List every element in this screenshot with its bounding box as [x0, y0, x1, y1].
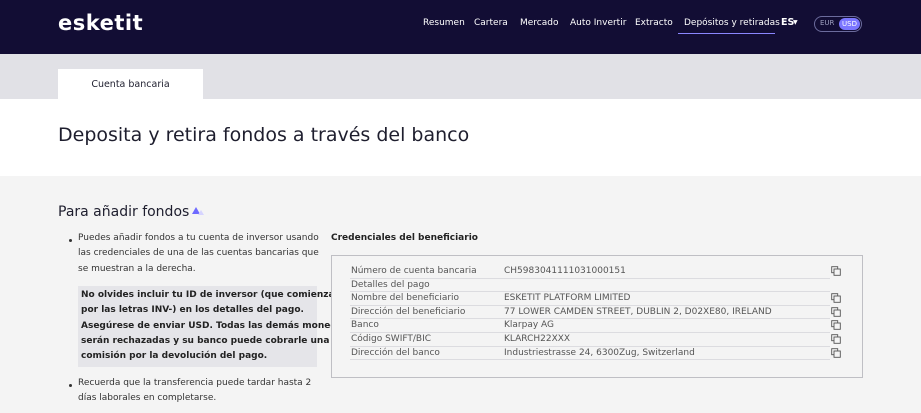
copy-icon[interactable] — [831, 320, 841, 331]
nav-item-cartera[interactable]: Cartera — [474, 18, 508, 28]
credential-row: Número de cuenta bancaria CH5983041111031… — [350, 265, 830, 279]
warning-line: Asegúrese de enviar USD. Todas las demás… — [81, 320, 349, 331]
warning-line: comisión por la devolución del pago. — [81, 351, 268, 362]
bullet-line: se muestran a la derecha. — [78, 263, 196, 274]
warning-text: No olvides incluir tu ID de inversor (qu… — [81, 288, 348, 364]
credential-label: Código SWIFT/BIC — [351, 334, 432, 344]
warning-line: por las letras INV-) en los detalles del… — [81, 305, 304, 316]
page-title: Deposita y retira fondos a través del ba… — [58, 124, 470, 146]
credential-value: CH5983041111031000151 — [504, 266, 626, 276]
copy-icon[interactable] — [831, 334, 841, 344]
credential-label: Banco — [351, 320, 379, 331]
triangle-accent-icon — [198, 210, 204, 215]
page-header: Deposita y retira fondos a través del ba… — [0, 99, 921, 176]
currency-toggle[interactable]: EUR USD — [814, 16, 862, 32]
warning-line: serán rechazadas y su banco puede cobrar… — [81, 335, 330, 346]
active-nav-indicator — [678, 33, 775, 34]
bullet-line: Recuerda que la transferencia puede tard… — [78, 378, 312, 388]
copy-icon[interactable] — [831, 293, 841, 303]
chevron-down-icon[interactable]: ▼ — [793, 19, 798, 26]
bullet-icon — [69, 239, 72, 242]
credential-value: 77 LOWER CAMDEN STREET, DUBLIN 2, D02XE8… — [504, 306, 772, 317]
bullet-line: las credenciales de una de las cuentas b… — [78, 248, 319, 259]
credential-label: Dirección del beneficiario — [351, 306, 466, 317]
credential-row: Dirección del banco Industriestrasse 24, … — [350, 347, 830, 361]
currency-option-eur[interactable]: EUR — [820, 19, 834, 27]
warning-box: No olvides incluir tu ID de inversor (qu… — [78, 286, 348, 367]
credential-label: Dirección del banco — [351, 347, 440, 358]
nav-item-auto-invertir[interactable]: Auto Invertir — [570, 18, 626, 28]
credential-value: Industriestrasse 24, 6300Zug, Switzerlan… — [504, 347, 695, 358]
bullet-icon — [69, 384, 72, 387]
nav-item-depositos-retiradas[interactable]: Depósitos y retiradas — [684, 18, 780, 28]
tabs-bar: Cuenta bancaria — [0, 54, 921, 99]
credential-row: Nombre del beneficiario ESKETIT PLATFORM … — [350, 292, 830, 306]
credentials-title: Credenciales del beneficiario — [331, 233, 478, 243]
bullet-line: Puedes añadir fondos a tu cuenta de inve… — [78, 233, 319, 243]
currency-option-usd[interactable]: USD — [839, 18, 860, 30]
credential-row: Código SWIFT/BIC KLARCH22XXX — [350, 333, 830, 347]
bullet-text: Recuerda que la transferencia puede tard… — [78, 376, 311, 407]
bullet-line: días laborales en completarse. — [78, 393, 217, 404]
credential-row: Dirección del beneficiario 77 LOWER CAMDE… — [350, 306, 830, 320]
credential-row: Detalles del pago — [350, 279, 830, 293]
nav-item-resumen[interactable]: Resumen — [423, 18, 465, 28]
copy-icon[interactable] — [831, 266, 841, 276]
credential-value: ESKETIT PLATFORM LIMITED — [504, 293, 631, 304]
credential-label: Detalles del pago — [351, 279, 430, 290]
copy-icon[interactable] — [831, 347, 841, 358]
credential-row: Banco Klarpay AG — [350, 319, 830, 333]
tab-cuenta-bancaria[interactable]: Cuenta bancaria — [58, 69, 203, 99]
credentials-panel: Número de cuenta bancaria CH5983041111031… — [331, 255, 863, 378]
nav-item-mercado[interactable]: Mercado — [520, 18, 559, 28]
top-navigation: esketit Resumen Cartera Mercado Auto Inv… — [0, 0, 921, 54]
credential-label: Número de cuenta bancaria — [351, 266, 477, 276]
credential-value: Klarpay AG — [504, 320, 555, 331]
copy-icon[interactable] — [831, 307, 841, 317]
warning-line: No olvides incluir tu ID de inversor (qu… — [81, 290, 335, 300]
bullet-text: Puedes añadir fondos a tu cuenta de inve… — [78, 231, 319, 277]
section-title-add-funds: Para añadir fondos — [58, 204, 190, 220]
credential-label: Nombre del beneficiario — [351, 293, 460, 304]
credential-value: KLARCH22XXX — [504, 334, 571, 344]
nav-item-extracto[interactable]: Extracto — [635, 18, 673, 28]
esketit-logo[interactable]: esketit — [58, 11, 143, 35]
